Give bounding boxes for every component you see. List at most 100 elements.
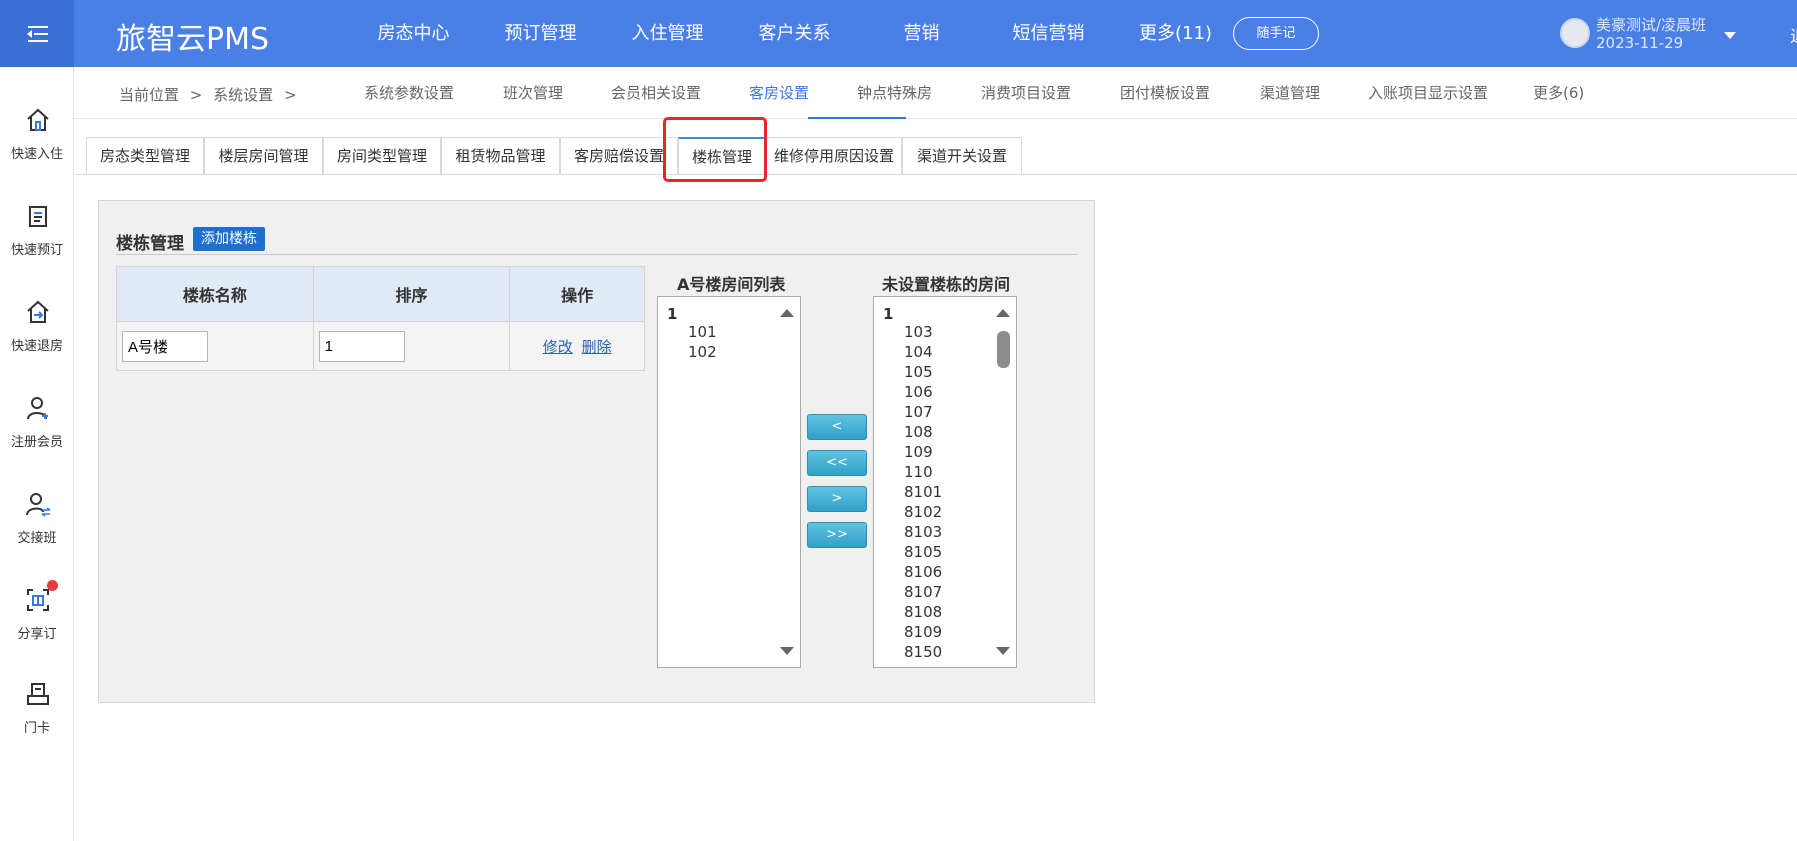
chevron-down-icon[interactable] [1724,32,1736,39]
list-item[interactable]: 106 [904,383,933,401]
assigned-rooms-list[interactable]: 1 101 102 [657,296,801,668]
top-nav-marketing[interactable]: 营销 [858,0,985,67]
home-icon [27,108,49,131]
add-member-icon [27,397,48,420]
list-item[interactable]: 8150 [904,643,942,661]
subnav-hourly-rooms[interactable]: 钟点特殊房 [857,82,932,103]
sidebar-item-label: 快速入住 [10,147,63,162]
list-item[interactable]: 8102 [904,503,942,521]
add-building-button[interactable]: 添加楼栋 [193,227,265,251]
subnav-posting-display[interactable]: 入账项目显示设置 [1368,82,1488,103]
tab-room-types[interactable]: 房间类型管理 [323,137,441,175]
top-nav-customer[interactable]: 客户关系 [731,0,858,67]
top-nav: 房态中心 预订管理 入住管理 客户关系 营销 短信营销 更多(11) [350,0,1239,67]
sidebar-item-label: 分享订 [17,627,57,642]
list-item[interactable]: 109 [904,443,933,461]
tab-maintenance-reasons[interactable]: 维修停用原因设置 [766,137,902,175]
scroll-up-icon[interactable] [996,309,1010,317]
list-item[interactable]: 8106 [904,563,942,581]
order-cell [312,321,511,371]
column-header-order: 排序 [312,266,511,322]
subnav-member-settings[interactable]: 会员相关设置 [611,82,701,103]
tab-floor-rooms[interactable]: 楼层房间管理 [204,137,323,175]
avatar [1560,18,1590,48]
tab-room-status-types[interactable]: 房态类型管理 [86,137,204,175]
list-item[interactable]: 105 [904,363,933,381]
scroll-down-icon[interactable] [780,647,794,655]
tab-room-compensation[interactable]: 客房赔偿设置 [560,137,678,175]
list-item[interactable]: 8108 [904,603,942,621]
building-table: 楼栋名称 排序 操作 修改 删除 [116,266,645,371]
list-item[interactable]: 102 [688,343,717,361]
top-nav-reservation[interactable]: 预订管理 [477,0,604,67]
menu-toggle-icon[interactable] [0,0,74,67]
scroll-up-icon[interactable] [780,309,794,317]
list-item[interactable]: 8105 [904,543,942,561]
handover-icon [26,493,51,517]
breadcrumb-label: 当前位置 [119,86,180,104]
column-header-building-name: 楼栋名称 [116,266,314,322]
list-item[interactable]: 8103 [904,523,942,541]
breadcrumb: 当前位置 > 系统设置 > [119,84,303,105]
list-item[interactable]: 101 [688,323,717,341]
move-all-right-button[interactable]: >> [807,522,867,548]
sidebar-item-quick-checkout[interactable]: 快速退房 [0,298,74,378]
subnav-room-settings[interactable]: 客房设置 [749,82,809,103]
order-input[interactable] [318,330,405,362]
sidebar-item-label: 交接班 [17,531,57,546]
sidebar-item-door-card[interactable]: 门卡 [0,680,74,760]
breadcrumb-system-settings[interactable]: 系统设置 [213,86,273,104]
building-name-cell [116,321,314,371]
subnav-consumption-items[interactable]: 消费项目设置 [981,82,1071,103]
top-nav-checkin[interactable]: 入住管理 [604,0,731,67]
unassigned-rooms-list[interactable]: 1 103 104 105 106 107 108 109 110 8101 8… [873,296,1017,668]
sidebar-item-share-order[interactable]: 分享订 [0,580,74,666]
user-date: 2023-11-29 [1596,34,1684,52]
logout-link[interactable]: 退 [1790,22,1797,47]
checkout-icon [27,300,49,323]
scroll-down-icon[interactable] [996,647,1010,655]
sidebar-item-register-member[interactable]: 注册会员 [0,394,74,474]
subnav-channel-management[interactable]: 渠道管理 [1260,82,1320,103]
sidebar-item-label: 门卡 [23,721,50,736]
list-item[interactable]: 107 [904,403,933,421]
tab-channel-switch[interactable]: 渠道开关设置 [902,137,1022,175]
list-item[interactable]: 8101 [904,483,942,501]
quick-note-button[interactable]: 随手记 [1233,17,1319,50]
list-item[interactable]: 8109 [904,623,942,641]
unassigned-rooms-title: 未设置楼栋的房间 [882,275,1011,294]
tab-rental-items[interactable]: 租赁物品管理 [441,137,560,175]
delete-link[interactable]: 删除 [582,338,612,356]
move-right-button[interactable]: > [807,486,867,512]
column-header-actions: 操作 [509,266,645,322]
sidebar: 快速入住 快速预订 快速退房 注册会员 交接班 分享订 门卡 [0,67,74,841]
list-group-label: 1 [667,305,678,323]
sidebar-item-label: 快速预订 [10,243,63,258]
sidebar-item-label: 快速退房 [10,339,63,354]
sidebar-item-quick-booking[interactable]: 快速预订 [0,202,74,282]
top-nav-sms[interactable]: 短信营销 [985,0,1112,67]
subnav-system-params[interactable]: 系统参数设置 [364,82,454,103]
sidebar-item-quick-checkin[interactable]: 快速入住 [0,106,74,186]
sub-nav: 当前位置 > 系统设置 > 系统参数设置 班次管理 会员相关设置 客房设置 钟点… [74,67,1797,119]
breadcrumb-separator: > [283,86,297,104]
door-card-icon [27,683,49,705]
scrollbar-thumb[interactable] [997,331,1010,368]
edit-link[interactable]: 修改 [543,338,573,356]
top-nav-room-status[interactable]: 房态中心 [350,0,477,67]
top-nav-more[interactable]: 更多(11) [1112,0,1239,67]
list-item[interactable]: 104 [904,343,933,361]
booking-icon [29,206,47,227]
building-name-input[interactable] [122,330,208,362]
list-item[interactable]: 108 [904,423,933,441]
sidebar-item-handover[interactable]: 交接班 [0,490,74,570]
subnav-more[interactable]: 更多(6) [1533,82,1584,103]
list-item[interactable]: 103 [904,323,933,341]
breadcrumb-separator: > [189,86,203,104]
subnav-group-templates[interactable]: 团付模板设置 [1120,82,1210,103]
list-item[interactable]: 8107 [904,583,942,601]
move-all-left-button[interactable]: << [807,450,867,476]
move-left-button[interactable]: < [807,414,867,440]
list-item[interactable]: 110 [904,463,933,481]
subnav-shift-management[interactable]: 班次管理 [503,82,563,103]
